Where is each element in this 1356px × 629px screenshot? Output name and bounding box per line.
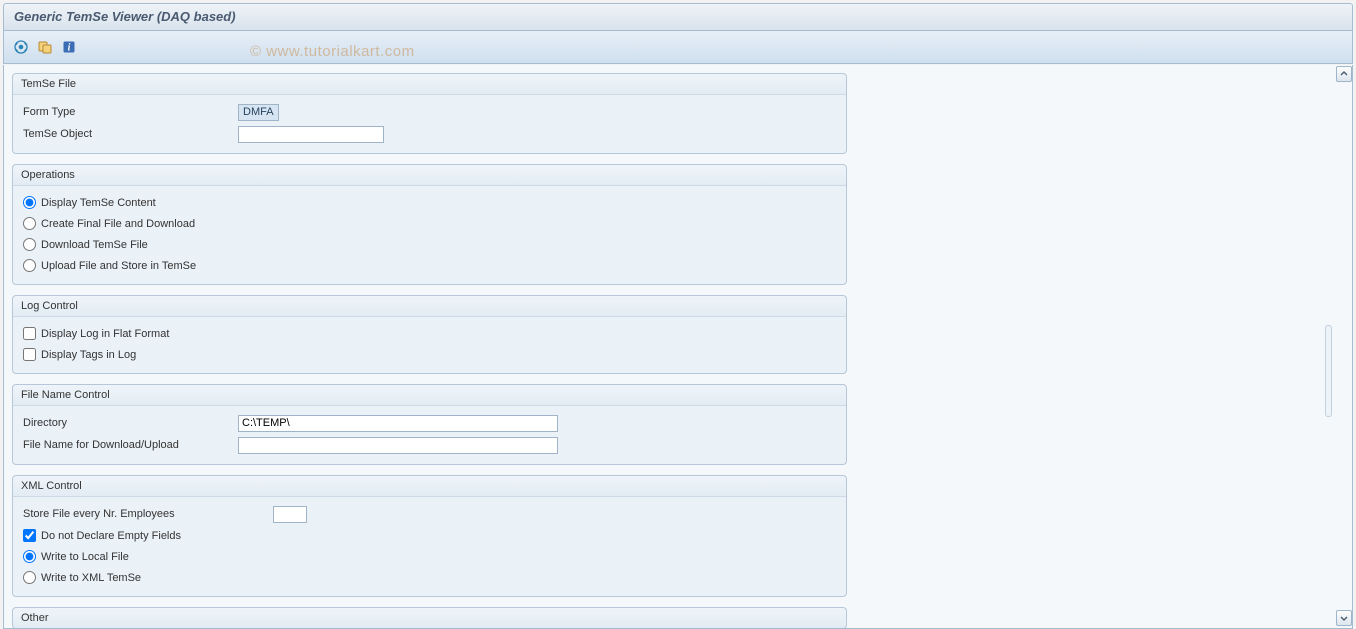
temse-object-input[interactable] xyxy=(238,126,384,143)
operation-option-0[interactable]: Display TemSe Content xyxy=(21,192,838,213)
content-pane: TemSe File Form Type DMFA TemSe Object O… xyxy=(4,65,855,628)
watermark: © www.tutorialkart.com xyxy=(250,43,415,60)
window-title: Generic TemSe Viewer (DAQ based) xyxy=(3,3,1353,31)
get-variant-button[interactable] xyxy=(36,38,54,56)
chevron-up-icon xyxy=(1340,70,1348,78)
xml-radio-option-1[interactable]: Write to XML TemSe xyxy=(21,567,838,588)
directory-label: Directory xyxy=(21,417,238,429)
group-log-control: Log Control Display Log in Flat Format D… xyxy=(12,295,847,374)
operation-radio-3[interactable] xyxy=(23,259,36,272)
file-name-input[interactable] xyxy=(238,437,558,454)
log-label-0: Display Log in Flat Format xyxy=(41,328,169,340)
group-title-log-control: Log Control xyxy=(13,296,846,317)
xml-radio-label-1: Write to XML TemSe xyxy=(41,572,141,584)
operation-option-2[interactable]: Download TemSe File xyxy=(21,234,838,255)
group-temse-file: TemSe File Form Type DMFA TemSe Object xyxy=(12,73,847,154)
body-area: TemSe File Form Type DMFA TemSe Object O… xyxy=(3,65,1353,629)
scrollbar[interactable] xyxy=(1336,65,1352,628)
variant-icon xyxy=(38,40,52,54)
store-file-label: Store File every Nr. Employees xyxy=(21,508,273,520)
operation-option-3[interactable]: Upload File and Store in TemSe xyxy=(21,255,838,276)
group-title-xml-control: XML Control xyxy=(13,476,846,497)
declare-label: Do not Declare Empty Fields xyxy=(41,530,181,542)
declare-checkbox[interactable] xyxy=(23,529,36,542)
form-type-value[interactable]: DMFA xyxy=(238,104,279,121)
scroll-down-button[interactable] xyxy=(1336,610,1352,626)
operation-radio-0[interactable] xyxy=(23,196,36,209)
form-type-label: Form Type xyxy=(21,106,238,118)
directory-input[interactable] xyxy=(238,415,558,432)
app-root: { "title":"Generic TemSe Viewer (DAQ bas… xyxy=(0,3,1356,629)
svg-text:i: i xyxy=(68,43,71,54)
operation-label-2: Download TemSe File xyxy=(41,239,148,251)
operation-radio-2[interactable] xyxy=(23,238,36,251)
right-pane xyxy=(855,65,1352,628)
group-title-file-name-control: File Name Control xyxy=(13,385,846,406)
xml-radio-option-0[interactable]: Write to Local File xyxy=(21,546,838,567)
group-title-other: Other xyxy=(13,608,846,628)
file-name-label: File Name for Download/Upload xyxy=(21,439,238,451)
group-title-operations: Operations xyxy=(13,165,846,186)
info-icon: i xyxy=(62,40,76,54)
scroll-track[interactable] xyxy=(1325,325,1332,417)
operation-option-1[interactable]: Create Final File and Download xyxy=(21,213,838,234)
xml-radio-0[interactable] xyxy=(23,550,36,563)
operation-radio-1[interactable] xyxy=(23,217,36,230)
operation-label-0: Display TemSe Content xyxy=(41,197,156,209)
group-file-name-control: File Name Control Directory File Name fo… xyxy=(12,384,847,465)
store-file-input[interactable] xyxy=(273,506,307,523)
log-checkbox-0[interactable] xyxy=(23,327,36,340)
operation-label-1: Create Final File and Download xyxy=(41,218,195,230)
execute-button[interactable] xyxy=(12,38,30,56)
xml-radio-1[interactable] xyxy=(23,571,36,584)
log-option-0[interactable]: Display Log in Flat Format xyxy=(21,323,838,344)
chevron-down-icon xyxy=(1340,614,1348,622)
xml-radio-label-0: Write to Local File xyxy=(41,551,129,563)
info-button[interactable]: i xyxy=(60,38,78,56)
declare-option[interactable]: Do not Declare Empty Fields xyxy=(21,525,838,546)
toolbar: i © www.tutorialkart.com xyxy=(3,31,1353,64)
temse-object-label: TemSe Object xyxy=(21,128,238,140)
execute-icon xyxy=(14,40,28,54)
group-other: Other xyxy=(12,607,847,628)
log-label-1: Display Tags in Log xyxy=(41,349,136,361)
group-title-temse-file: TemSe File xyxy=(13,74,846,95)
operation-label-3: Upload File and Store in TemSe xyxy=(41,260,196,272)
log-option-1[interactable]: Display Tags in Log xyxy=(21,344,838,365)
group-operations: Operations Display TemSe Content Create … xyxy=(12,164,847,285)
scroll-up-button[interactable] xyxy=(1336,66,1352,82)
group-xml-control: XML Control Store File every Nr. Employe… xyxy=(12,475,847,597)
log-checkbox-1[interactable] xyxy=(23,348,36,361)
